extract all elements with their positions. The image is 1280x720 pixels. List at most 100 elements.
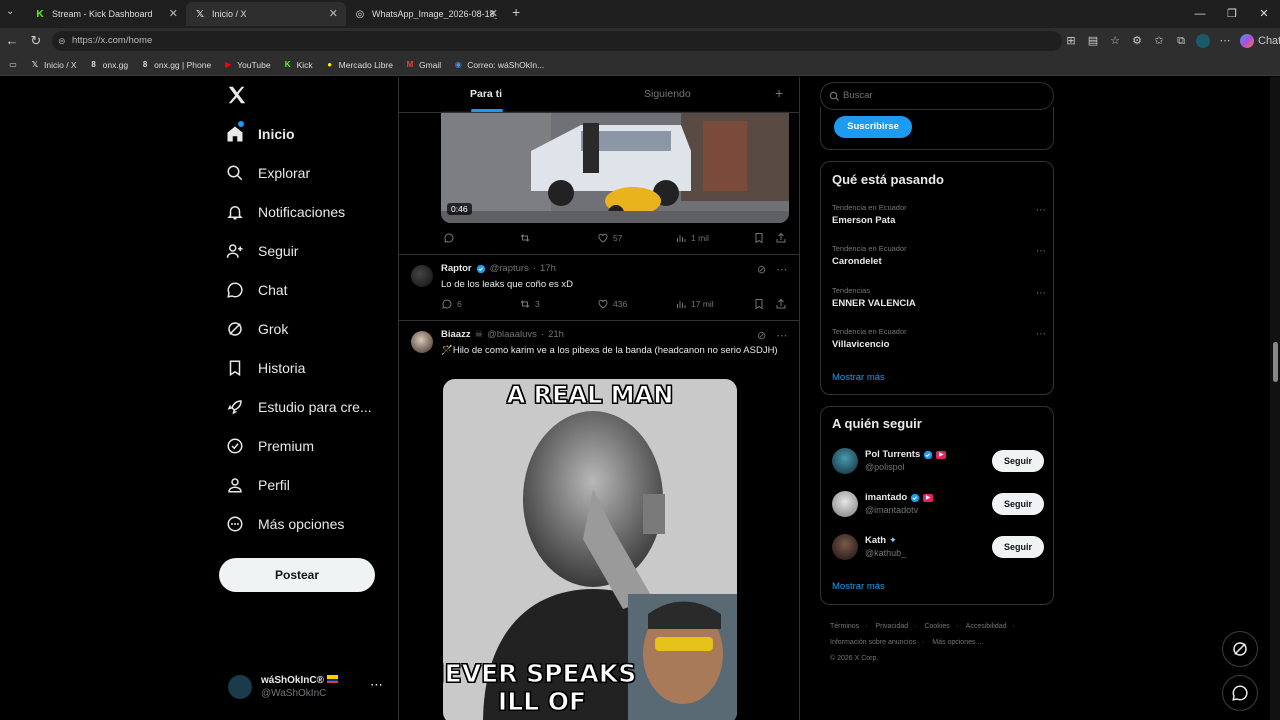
tweet-author-handle[interactable]: @rapturs bbox=[490, 263, 529, 274]
bookmark-gmail[interactable]: M Gmail bbox=[405, 60, 442, 70]
footer-link[interactable]: Más opciones ... bbox=[932, 639, 983, 646]
footer-link[interactable]: Accesibilidad bbox=[966, 623, 1007, 630]
tweet-author-handle[interactable]: @blaaaluvs bbox=[487, 329, 537, 340]
nav-perfil[interactable]: Perfil bbox=[226, 470, 290, 500]
subscribe-button[interactable]: Suscribirse bbox=[834, 116, 912, 138]
tab-whatsapp-image[interactable]: ◎ WhatsApp_Image_2026-08-18_at... ✕ bbox=[346, 2, 506, 26]
bookmark-button[interactable] bbox=[753, 232, 765, 244]
tab-kick-dashboard[interactable]: K Stream - Kick Dashboard ✕ bbox=[26, 2, 186, 26]
footer-link[interactable]: Privacidad bbox=[875, 623, 908, 630]
url-field[interactable]: ⊜ https://x.com/home bbox=[52, 31, 1062, 51]
copilot-chat-button[interactable]: Chat bbox=[1240, 32, 1280, 50]
bookmark-mercadolibre[interactable]: ● Mercado Libre bbox=[325, 60, 393, 70]
trend-item[interactable]: Tendencia en Ecuador Carondelet ⋯ bbox=[832, 244, 1046, 274]
share-button[interactable] bbox=[775, 232, 787, 244]
site-info-icon[interactable]: ⊜ bbox=[58, 31, 66, 51]
tweet-video[interactable]: 0:46 bbox=[441, 111, 789, 223]
nav-notificaciones[interactable]: Notificaciones bbox=[226, 197, 345, 227]
nav-seguir[interactable]: Seguir bbox=[226, 236, 298, 266]
tweet-meme-image[interactable]: A REAL MAN NEVER SPEAKS ILL OF bbox=[443, 379, 737, 720]
post-button[interactable]: Postear bbox=[219, 558, 375, 592]
reader-icon[interactable]: ▤ bbox=[1086, 32, 1100, 50]
reply-button[interactable] bbox=[443, 232, 455, 244]
footer-link[interactable]: Información sobre anuncios bbox=[830, 639, 916, 646]
footer-link[interactable]: Cookies bbox=[924, 623, 949, 630]
bookmark-inicio-x[interactable]: 𝕏 Inicio / X bbox=[30, 60, 77, 70]
close-icon[interactable]: ✕ bbox=[169, 7, 178, 20]
messages-float-button[interactable] bbox=[1222, 675, 1258, 711]
tweet-raptor[interactable]: Raptor @rapturs · 17h ⊘ ⋯ Lo de los leak… bbox=[399, 255, 799, 320]
more-icon[interactable]: ⋯ bbox=[1218, 32, 1232, 50]
grok-float-button[interactable] bbox=[1222, 631, 1258, 667]
nav-inicio[interactable]: Inicio bbox=[226, 119, 295, 149]
who-show-more-link[interactable]: Mostrar más bbox=[832, 581, 885, 592]
share-button[interactable] bbox=[775, 298, 787, 310]
back-icon[interactable]: ← bbox=[4, 33, 20, 49]
follow-suggestion[interactable]: Pol Turrents ▶ @polispol Seguir bbox=[832, 448, 1046, 478]
more-icon[interactable]: ⋯ bbox=[1036, 329, 1046, 340]
like-button[interactable]: 436 bbox=[597, 298, 627, 310]
tweet-time[interactable]: 21h bbox=[548, 329, 564, 340]
avatar[interactable] bbox=[411, 331, 433, 353]
close-window-icon[interactable]: ✕ bbox=[1248, 0, 1280, 28]
more-icon[interactable]: ⋯ bbox=[1036, 288, 1046, 299]
nav-historia[interactable]: Historia bbox=[226, 353, 305, 383]
app-icon[interactable]: ⊞ bbox=[1064, 32, 1078, 50]
trends-show-more-link[interactable]: Mostrar más bbox=[832, 372, 885, 383]
profile-avatar-icon[interactable] bbox=[1196, 34, 1210, 48]
follow-button[interactable]: Seguir bbox=[992, 536, 1044, 558]
follow-suggestion[interactable]: imantado ▶ @imantadotv Seguir bbox=[832, 491, 1046, 521]
collections-icon[interactable]: ⧉ bbox=[1174, 32, 1188, 50]
bookmark-onx-phone[interactable]: 8 onx.gg | Phone bbox=[140, 60, 211, 70]
bookmark-button[interactable] bbox=[753, 298, 765, 310]
reply-button[interactable]: 6 bbox=[441, 298, 462, 310]
close-icon[interactable]: ✕ bbox=[489, 7, 498, 20]
nav-chat[interactable]: Chat bbox=[226, 275, 288, 305]
favorites-icon[interactable]: ✩ bbox=[1152, 32, 1166, 50]
bookmark-kick[interactable]: K Kick bbox=[283, 60, 313, 70]
more-icon[interactable]: ⋯ bbox=[776, 263, 787, 276]
more-icon[interactable]: ⋯ bbox=[1036, 205, 1046, 216]
views-button[interactable]: 17 mil bbox=[675, 298, 714, 310]
nav-grok[interactable]: Grok bbox=[226, 314, 288, 344]
avatar[interactable] bbox=[832, 534, 858, 560]
scrollbar-thumb[interactable] bbox=[1273, 342, 1278, 382]
bookmark-youtube[interactable]: ▶ YouTube bbox=[223, 60, 270, 70]
grok-icon[interactable]: ⊘ bbox=[757, 263, 766, 276]
retweet-button[interactable]: 3 bbox=[519, 298, 540, 310]
tab-list-icon[interactable]: ⌄ bbox=[6, 6, 14, 17]
tweet-author-name[interactable]: Biaazz bbox=[441, 329, 471, 340]
reload-icon[interactable]: ↻ bbox=[28, 33, 44, 49]
avatar[interactable] bbox=[832, 491, 858, 517]
extensions-icon[interactable]: ⚙ bbox=[1130, 32, 1144, 50]
tab-x-home[interactable]: 𝕏 Inicio / X ✕ bbox=[186, 2, 346, 26]
search-input[interactable]: Buscar bbox=[820, 82, 1054, 110]
page-scrollbar[interactable] bbox=[1270, 77, 1280, 720]
views-button[interactable]: 1 mil bbox=[675, 232, 709, 244]
add-feed-icon[interactable]: + bbox=[775, 85, 783, 101]
follow-suggestion[interactable]: Kath ✦ @kathub_ Seguir bbox=[832, 534, 1046, 564]
minimize-icon[interactable]: — bbox=[1184, 0, 1216, 28]
follow-button[interactable]: Seguir bbox=[992, 493, 1044, 515]
new-tab-icon[interactable]: + bbox=[512, 4, 520, 20]
more-icon[interactable]: ⋯ bbox=[776, 329, 787, 342]
trend-item[interactable]: Tendencia en Ecuador Emerson Pata ⋯ bbox=[832, 203, 1046, 233]
retweet-button[interactable] bbox=[519, 232, 531, 244]
like-button[interactable]: 57 bbox=[597, 232, 622, 244]
nav-mas-opciones[interactable]: Más opciones bbox=[226, 509, 344, 539]
grok-icon[interactable]: ⊘ bbox=[757, 329, 766, 342]
footer-link[interactable]: Términos bbox=[830, 623, 859, 630]
nav-explorar[interactable]: Explorar bbox=[226, 158, 310, 188]
trend-item[interactable]: Tendencia en Ecuador Villavicencio ⋯ bbox=[832, 327, 1046, 357]
avatar[interactable] bbox=[832, 448, 858, 474]
favorite-star-icon[interactable]: ☆ bbox=[1108, 32, 1122, 50]
x-logo-icon[interactable] bbox=[226, 84, 248, 106]
nav-estudio[interactable]: Estudio para cre... bbox=[226, 392, 372, 422]
restore-icon[interactable]: ❐ bbox=[1216, 0, 1248, 28]
tab-para-ti[interactable]: Para ti bbox=[470, 88, 502, 100]
bookmark-onx[interactable]: 8 onx.gg bbox=[89, 60, 128, 70]
trend-item[interactable]: Tendencias ENNER VALENCIA ⋯ bbox=[832, 286, 1046, 316]
bookmarks-toggle[interactable]: ▭ bbox=[8, 60, 18, 70]
tab-siguiendo[interactable]: Siguiendo bbox=[644, 88, 691, 100]
tweet-author-name[interactable]: Raptor bbox=[441, 263, 472, 274]
